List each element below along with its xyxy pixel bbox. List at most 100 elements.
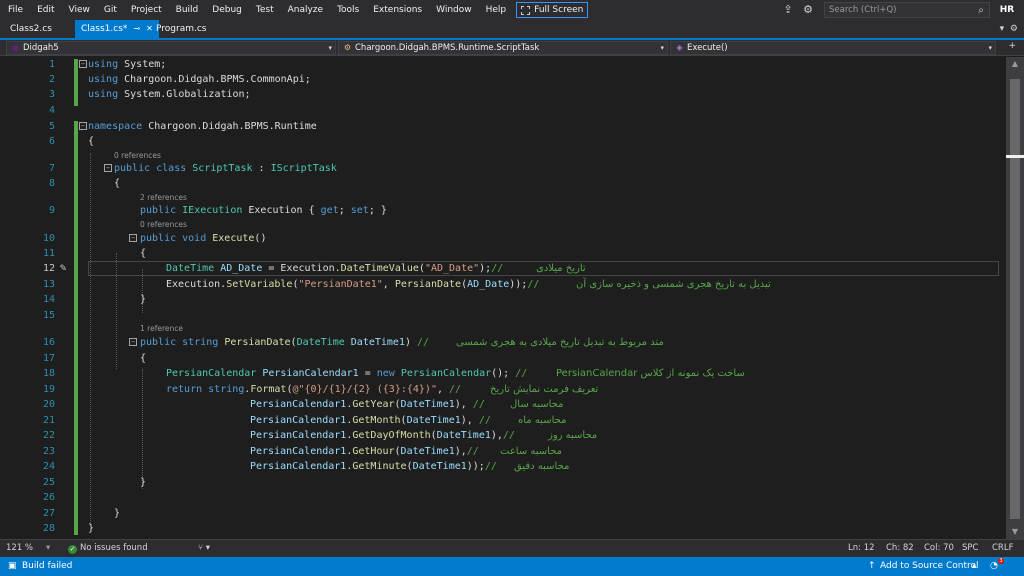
code-line-11: { (140, 248, 147, 259)
menu-test[interactable]: Test (249, 0, 281, 20)
line-number: 23 (42, 446, 55, 457)
comment-line-24: محاسبه دقیق (514, 461, 570, 472)
line-number: 6 (48, 136, 55, 147)
split-icon[interactable]: + (1008, 41, 1016, 51)
menu-tools[interactable]: Tools (330, 0, 366, 20)
vertical-scrollbar[interactable]: ▲ ▼ (1006, 57, 1024, 539)
add-to-source-control[interactable]: Add to Source Control (880, 557, 979, 576)
comment-line-23: محاسبه ساعت (500, 446, 563, 457)
comment-line-20: محاسبه سال (510, 399, 564, 410)
col-indicator: Col: 70 (924, 543, 954, 553)
line-number: 20 (42, 399, 55, 410)
collapse-icon[interactable]: − (129, 234, 137, 242)
collapse-icon[interactable]: − (79, 60, 87, 68)
notification-count: 3 (998, 558, 1004, 564)
tab-label: Class2.cs (10, 24, 52, 34)
collapse-icon[interactable]: − (104, 164, 112, 172)
line-number: 28 (42, 523, 55, 534)
menu-file[interactable]: File (1, 0, 30, 20)
git-branch-icon[interactable]: ⑂ ▾ (198, 540, 210, 557)
scroll-down-icon[interactable]: ▼ (1006, 525, 1024, 539)
whitespace-indicator[interactable]: SPC (962, 540, 978, 557)
code-line-27: } (114, 508, 121, 519)
menu-project[interactable]: Project (124, 0, 169, 20)
pin-icon[interactable]: ⊸ (133, 24, 140, 33)
document-tabs: Class2.cs Class1.cs* ⊸ ✕ Program.cs ▾ ⚙ (0, 20, 1024, 40)
member-label: Execute() (687, 43, 728, 53)
collapse-icon[interactable]: − (79, 122, 87, 130)
comment-line-16: متد مربوط به تبدیل تاریخ میلادی به هجری … (456, 337, 664, 348)
menu-view[interactable]: View (62, 0, 97, 20)
code-line-1: using System; (88, 59, 167, 70)
comment-line-21: محاسبه ماه (518, 415, 567, 426)
class-label: Chargoon.Didgah.BPMS.Runtime.ScriptTask (355, 43, 540, 53)
line-number: 13 (42, 279, 55, 290)
char-indicator: Ch: 82 (886, 543, 914, 553)
codelens-references[interactable]: 1 reference (140, 324, 183, 334)
tab-class2[interactable]: Class2.cs (4, 20, 58, 38)
status-bar: ▣ Build failed ↑ Add to Source Control ▴… (0, 557, 1024, 576)
tab-class1[interactable]: Class1.cs* ⊸ ✕ (75, 20, 159, 38)
class-dropdown[interactable]: ⚙ Chargoon.Didgah.BPMS.Runtime.ScriptTask… (338, 41, 668, 55)
code-line-8: { (114, 178, 121, 189)
menu-help[interactable]: Help (479, 0, 514, 20)
code-line-7: public class ScriptTask : IScriptTask (114, 163, 337, 174)
editor-status-bar: 121 % ▾ ✓ No issues found ⑂ ▾ Ln: 12 Ch: … (0, 539, 1024, 557)
menu-bar: File Edit View Git Project Build Debug T… (0, 0, 1024, 20)
issues-indicator[interactable]: ✓ No issues found (68, 540, 148, 557)
avatar[interactable]: HR (998, 3, 1016, 17)
zoom-level[interactable]: 121 % (6, 540, 33, 557)
full-screen-label: Full Screen (534, 5, 584, 15)
menu-edit[interactable]: Edit (30, 0, 61, 20)
codelens-references[interactable]: 2 references (140, 193, 187, 203)
code-line-5: namespace Chargoon.Didgah.BPMS.Runtime (88, 121, 317, 132)
full-screen-button[interactable]: Full Screen (516, 2, 589, 18)
quick-actions-brush-icon[interactable]: ✎ (56, 261, 70, 275)
code-line-21: PersianCalendar1.GetMonth(DateTime1), // (250, 415, 491, 426)
line-number: 9 (48, 205, 55, 216)
code-line-3: using System.Globalization; (88, 89, 251, 100)
tab-program[interactable]: Program.cs (150, 20, 212, 38)
notifications-bell-icon[interactable]: ◔ 3 (990, 557, 1004, 576)
codelens-references[interactable]: 0 references (114, 151, 161, 161)
chevron-down-icon: ▾ (328, 44, 332, 52)
code-line-9: public IExecution Execution { get; set; … (140, 205, 387, 216)
line-number: 1 (48, 59, 55, 70)
code-line-17: { (140, 353, 147, 364)
build-status-icon: ▣ (8, 561, 17, 571)
comment-line-12: تاریخ میلادی (536, 263, 586, 274)
line-number: 26 (42, 492, 55, 503)
member-dropdown[interactable]: ◈ Execute() ▾ (670, 41, 996, 55)
menu-extensions[interactable]: Extensions (366, 0, 429, 20)
settings-icon[interactable]: ⚙ (798, 0, 818, 20)
chevron-down-icon: ▾ (999, 24, 1005, 34)
line-number: 19 (42, 384, 55, 395)
menu-window[interactable]: Window (429, 0, 479, 20)
gear-icon: ⚙ (1009, 24, 1018, 34)
menu-build[interactable]: Build (169, 0, 206, 20)
comment-line-22: محاسبه روز (548, 430, 598, 441)
scroll-up-icon[interactable]: ▲ (1006, 57, 1024, 71)
menu-analyze[interactable]: Analyze (281, 0, 330, 20)
collapse-icon[interactable]: − (129, 338, 137, 346)
code-line-19: return string.Format(@"{0}/{1}/{2} ({3}:… (166, 384, 462, 395)
chevron-up-icon[interactable]: ▴ (972, 557, 977, 576)
project-dropdown[interactable]: ▣ Didgah5 ▾ (6, 41, 336, 55)
tab-label: Program.cs (156, 24, 207, 34)
menu-debug[interactable]: Debug (205, 0, 249, 20)
code-editor[interactable]: 1 2 3 4 5 6 7 8 9 10 11 12 13 14 15 16 1… (0, 57, 1006, 539)
search-input[interactable]: Search (Ctrl+Q) ⌕ (824, 2, 990, 18)
share-icon[interactable]: ⇪ (778, 0, 798, 20)
tab-overflow[interactable]: ▾ ⚙ (1000, 20, 1018, 38)
build-status[interactable]: Build failed (22, 557, 72, 576)
menu-git[interactable]: Git (97, 0, 124, 20)
line-indicator: Ln: 12 (848, 543, 875, 553)
zoom-dropdown-icon[interactable]: ▾ (46, 540, 50, 557)
navigation-bar: ▣ Didgah5 ▾ ⚙ Chargoon.Didgah.BPMS.Runtime… (0, 40, 1024, 56)
search-placeholder: Search (Ctrl+Q) (829, 5, 897, 15)
line-number: 21 (42, 415, 55, 426)
tab-label: Class1.cs* (81, 24, 128, 34)
codelens-references[interactable]: 0 references (140, 220, 187, 230)
scrollbar-thumb[interactable] (1010, 79, 1020, 519)
line-ending-indicator[interactable]: CRLF (992, 540, 1013, 557)
